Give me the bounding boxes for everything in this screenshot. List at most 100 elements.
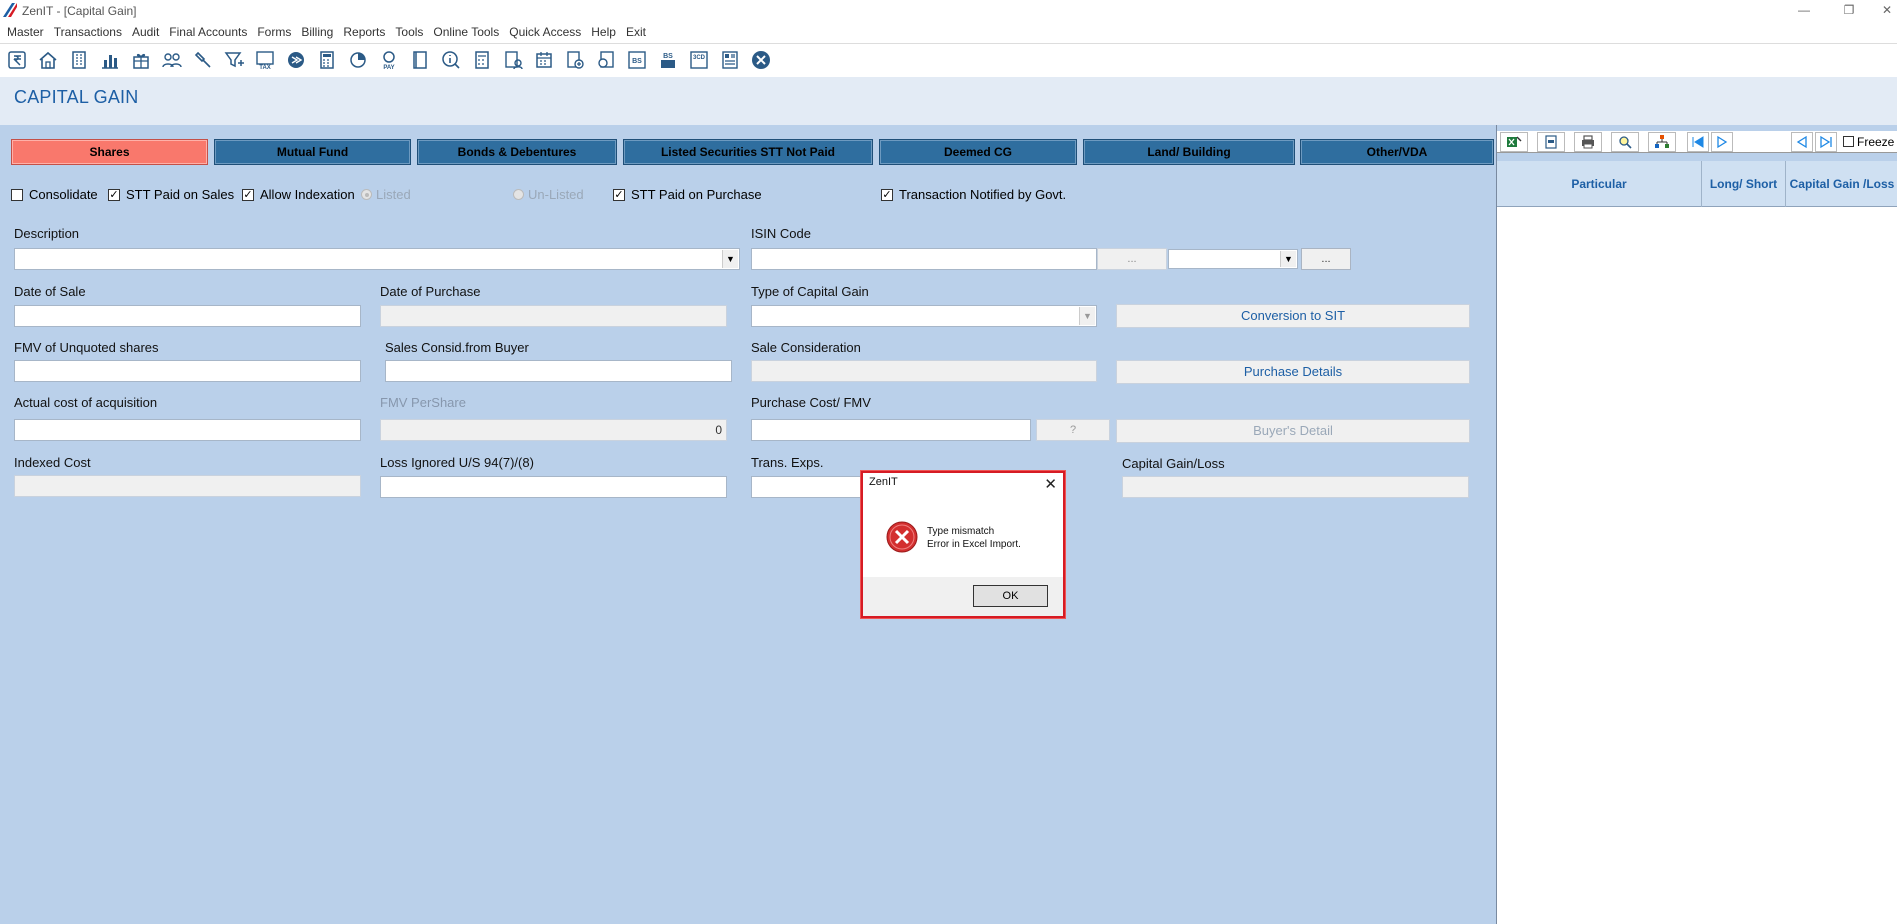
doc-add-icon[interactable] <box>561 47 589 73</box>
type-of-capital-gain-select[interactable]: ▼ <box>751 305 1097 327</box>
date-of-purchase-input[interactable] <box>380 305 727 327</box>
isin-lookup-button[interactable]: ... <box>1097 248 1167 270</box>
help-question-button[interactable]: ? <box>1036 419 1110 441</box>
hierarchy-icon[interactable] <box>1648 131 1676 152</box>
3cd-icon[interactable]: 3CD <box>685 47 713 73</box>
pay-icon[interactable]: PAY <box>375 47 403 73</box>
book-icon[interactable] <box>406 47 434 73</box>
form-icon[interactable] <box>716 47 744 73</box>
last-record-icon[interactable] <box>1815 131 1837 152</box>
notified-box[interactable]: ✓ <box>881 188 893 201</box>
stt-paid-on-sales-checkbox[interactable]: ✓ STT Paid on Sales <box>108 187 234 202</box>
pie-chart-icon[interactable] <box>344 47 372 73</box>
tab-land-building[interactable]: Land/ Building <box>1083 139 1295 165</box>
date-of-sale-input[interactable] <box>14 305 361 327</box>
chevron-down-icon[interactable]: ▼ <box>1079 307 1095 325</box>
menu-tools[interactable]: Tools <box>395 22 429 42</box>
first-record-icon[interactable] <box>1687 131 1709 152</box>
dialog-close-icon[interactable]: ✕ <box>1044 475 1057 493</box>
gift-icon[interactable] <box>127 47 155 73</box>
filter-icon[interactable] <box>220 47 248 73</box>
tab-mutual-fund[interactable]: Mutual Fund <box>214 139 411 165</box>
hammer-icon[interactable] <box>189 47 217 73</box>
arrow-circle-icon[interactable] <box>282 47 310 73</box>
unlisted-radio[interactable]: Un-Listed <box>513 187 584 202</box>
doc-search-icon[interactable] <box>592 47 620 73</box>
menu-audit[interactable]: Audit <box>132 22 165 42</box>
menu-master[interactable]: Master <box>7 22 50 42</box>
menu-forms[interactable]: Forms <box>257 22 297 42</box>
tab-deemed-cg[interactable]: Deemed CG <box>879 139 1077 165</box>
menu-transactions[interactable]: Transactions <box>54 22 128 42</box>
rupee-icon[interactable] <box>3 47 31 73</box>
listed-radio[interactable]: Listed <box>361 187 411 202</box>
unlisted-radio-dot[interactable] <box>513 189 524 200</box>
stt-sales-box[interactable]: ✓ <box>108 188 120 201</box>
loss-ignored-input[interactable] <box>380 476 727 498</box>
excel-import-icon[interactable] <box>1500 131 1528 152</box>
building-icon[interactable] <box>65 47 93 73</box>
user-doc-icon[interactable] <box>499 47 527 73</box>
tab-shares[interactable]: Shares <box>11 139 208 165</box>
freeze-checkbox[interactable] <box>1843 136 1854 147</box>
fmv-unquoted-input[interactable] <box>14 360 361 382</box>
listed-radio-dot[interactable] <box>361 189 372 200</box>
description-combobox[interactable]: ▼ <box>14 248 740 270</box>
menu-quick-access[interactable]: Quick Access <box>509 22 587 42</box>
transaction-notified-checkbox[interactable]: ✓ Transaction Notified by Govt. <box>881 187 1066 202</box>
conversion-to-sit-button[interactable]: Conversion to SIT <box>1116 304 1470 328</box>
info-icon[interactable] <box>437 47 465 73</box>
isin-type-select[interactable]: ▼ <box>1168 249 1298 269</box>
minimize-button[interactable]: — <box>1784 0 1824 20</box>
home-icon[interactable] <box>34 47 62 73</box>
menu-reports[interactable]: Reports <box>343 22 391 42</box>
next-record-icon[interactable] <box>1711 131 1733 152</box>
bar-chart-icon[interactable] <box>96 47 124 73</box>
tab-listed-stt-not-paid[interactable]: Listed Securities STT Not Paid <box>623 139 873 165</box>
trans-exps-input[interactable] <box>751 476 861 498</box>
previous-record-icon[interactable] <box>1791 131 1813 152</box>
pdf-export-icon[interactable] <box>1537 131 1565 152</box>
users-icon[interactable] <box>158 47 186 73</box>
buyers-detail-button[interactable]: Buyer's Detail <box>1116 419 1470 443</box>
menu-billing[interactable]: Billing <box>301 22 339 42</box>
menu-online-tools[interactable]: Online Tools <box>433 22 505 42</box>
find-icon[interactable] <box>1611 131 1639 152</box>
menu-exit[interactable]: Exit <box>626 22 652 42</box>
calculator-icon[interactable] <box>313 47 341 73</box>
calendar-icon[interactable] <box>530 47 558 73</box>
column-capital-gain-loss[interactable]: Capital Gain /Loss <box>1786 161 1897 207</box>
bs-icon[interactable]: BS <box>623 47 651 73</box>
sale-consideration-input[interactable] <box>751 360 1097 382</box>
purchase-cost-fmv-input[interactable] <box>751 419 1031 441</box>
menu-final-accounts[interactable]: Final Accounts <box>169 22 253 42</box>
restore-button[interactable]: ❐ <box>1829 0 1869 20</box>
column-particular[interactable]: Particular <box>1497 161 1702 207</box>
stt-purchase-box[interactable]: ✓ <box>613 188 625 201</box>
indexed-cost-input[interactable] <box>14 475 361 497</box>
capital-gain-loss-input[interactable] <box>1122 476 1469 498</box>
allow-indexation-box[interactable]: ✓ <box>242 188 254 201</box>
consolidate-checkbox[interactable]: Consolidate <box>11 187 98 202</box>
stt-paid-on-purchase-checkbox[interactable]: ✓ STT Paid on Purchase <box>613 187 762 202</box>
fmv-per-share-input[interactable]: 0 <box>380 419 727 441</box>
isin-more-button[interactable]: ... <box>1301 248 1351 270</box>
tab-bonds-debentures[interactable]: Bonds & Debentures <box>417 139 617 165</box>
menu-help[interactable]: Help <box>591 22 622 42</box>
allow-indexation-checkbox[interactable]: ✓ Allow Indexation <box>242 187 355 202</box>
actual-cost-input[interactable] <box>14 419 361 441</box>
close-circle-icon[interactable] <box>747 47 775 73</box>
chevron-down-icon[interactable]: ▼ <box>722 250 738 268</box>
tax-icon[interactable]: TAX <box>251 47 279 73</box>
column-long-short[interactable]: Long/ Short <box>1702 161 1786 207</box>
consolidate-box[interactable] <box>11 188 23 201</box>
chevron-down-icon[interactable]: ▼ <box>1280 251 1296 267</box>
isin-code-input[interactable] <box>751 248 1097 270</box>
purchase-details-button[interactable]: Purchase Details <box>1116 360 1470 384</box>
bs-sheet-icon[interactable]: BS <box>654 47 682 73</box>
calculator2-icon[interactable] <box>468 47 496 73</box>
print-icon[interactable] <box>1574 131 1602 152</box>
sales-consid-buyer-input[interactable] <box>385 360 732 382</box>
close-window-button[interactable]: ✕ <box>1867 0 1897 20</box>
tab-other-vda[interactable]: Other/VDA <box>1300 139 1494 165</box>
